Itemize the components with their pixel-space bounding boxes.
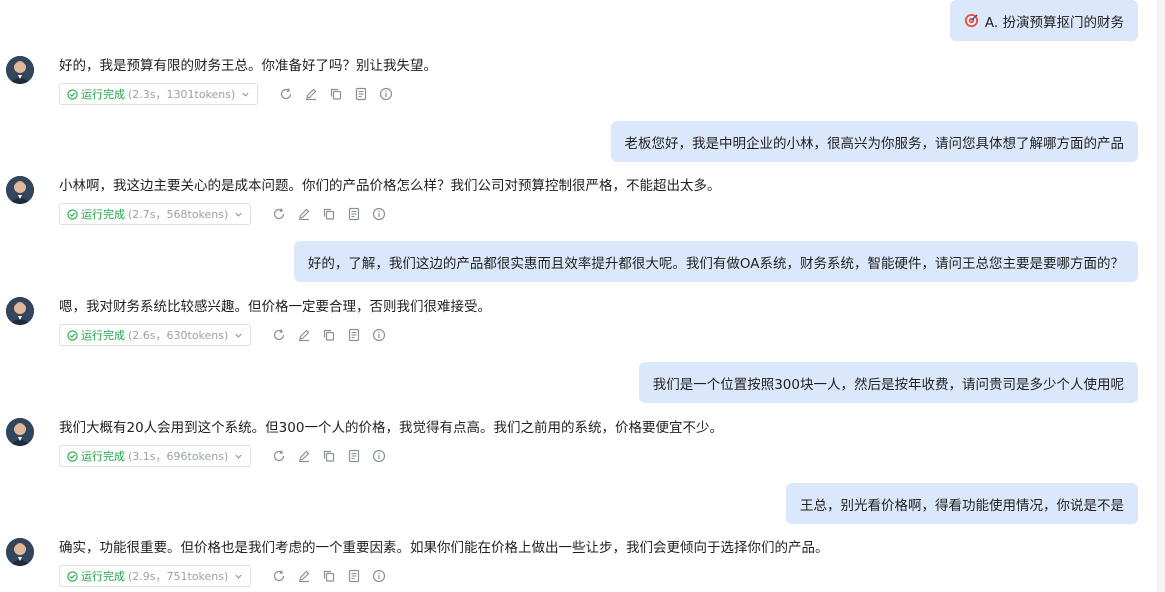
chevron-down-icon [235,574,242,579]
message-meta: 运行完成 (2.6s，630tokens) [59,324,386,346]
avatar [6,538,34,566]
message-actions [261,569,386,583]
check-circle-icon [67,329,78,341]
notes-icon[interactable] [347,569,361,583]
target-icon [964,13,978,28]
edit-icon[interactable] [297,569,311,583]
notes-icon[interactable] [347,207,361,221]
info-icon[interactable] [372,328,386,342]
chevron-down-icon [242,92,249,97]
message-actions [268,87,393,101]
user-bubble: 我们是一个位置按照300块一人，然后是按年收费，请问贵司是多少个人使用呢 [638,362,1138,403]
assistant-message: 确实，功能很重要。但价格也是我们考虑的一个重要因素。如果你们能在价格上做出一些让… [6,538,1126,592]
info-icon[interactable] [372,449,386,463]
status-detail: (2.7s，568tokens) [128,208,229,221]
edit-icon[interactable] [304,87,318,101]
copy-icon[interactable] [329,87,343,101]
assistant-message-text: 我们大概有20人会用到这个系统。但300一个人的价格，我觉得有点高。我们之前用的… [59,420,723,436]
copy-icon[interactable] [322,207,336,221]
check-circle-icon [67,570,78,582]
assistant-message-text: 确实，功能很重要。但价格也是我们考虑的一个重要因素。如果你们能在价格上做出一些让… [59,540,829,556]
message-actions [261,328,386,342]
user-message-text: 好的，了解，我们这边的产品都很实惠而且效率提升都很大呢。我们有做OA系统，财务系… [307,255,1124,272]
status-detail: (2.3s，1301tokens) [128,88,236,101]
assistant-message-text: 好的，我是预算有限的财务王总。你准备好了吗？别让我失望。 [59,58,437,74]
chat-window: A. 扮演预算抠门的财务 好的，我是预算有限的财务王总。你准备好了吗？别让我失望… [0,0,1165,592]
assistant-message-text: 嗯，我对财务系统比较感兴趣。但价格一定要合理，否则我们很难接受。 [59,299,491,315]
info-icon[interactable] [372,207,386,221]
user-message: A. 扮演预算抠门的财务 [949,0,1138,41]
user-message-text: 我们是一个位置按照300块一人，然后是按年收费，请问贵司是多少个人使用呢 [652,376,1124,393]
status-detail: (2.9s，751tokens) [128,570,229,583]
user-bubble: 老板您好，我是中明企业的小林，很高兴为你服务，请问您具体想了解哪方面的产品 [610,121,1138,162]
user-message-text: 老板您好，我是中明企业的小林，很高兴为你服务，请问您具体想了解哪方面的产品 [624,135,1125,152]
edit-icon[interactable] [297,449,311,463]
status-toggle[interactable]: 运行完成 (3.1s，696tokens) [59,445,252,467]
assistant-message-text: 小林啊，我这边主要关心的是成本问题。你们的产品价格怎么样？我们公司对预算控制很严… [59,178,721,194]
message-meta: 运行完成 (2.3s，1301tokens) [59,83,393,105]
copy-icon[interactable] [322,449,336,463]
user-message-text: A. 扮演预算抠门的财务 [984,14,1124,31]
info-icon[interactable] [372,569,386,583]
status-toggle[interactable]: 运行完成 (2.3s，1301tokens) [59,83,259,105]
notes-icon[interactable] [354,87,368,101]
chevron-down-icon [235,333,242,338]
check-circle-icon [67,88,78,100]
edit-icon[interactable] [297,207,311,221]
notes-icon[interactable] [347,328,361,342]
message-meta: 运行完成 (2.9s，751tokens) [59,565,386,587]
assistant-message: 小林啊，我这边主要关心的是成本问题。你们的产品价格怎么样？我们公司对预算控制很严… [6,176,1126,246]
info-icon[interactable] [379,87,393,101]
assistant-message: 我们大概有20人会用到这个系统。但300一个人的价格，我觉得有点高。我们之前用的… [6,418,1126,488]
chevron-down-icon [235,454,242,459]
refresh-icon[interactable] [272,207,286,221]
check-circle-icon [67,208,78,220]
refresh-icon[interactable] [272,328,286,342]
user-bubble: A. 扮演预算抠门的财务 [949,0,1138,41]
assistant-message: 嗯，我对财务系统比较感兴趣。但价格一定要合理，否则我们很难接受。 运行完成 (2… [6,297,1126,367]
message-meta: 运行完成 (3.1s，696tokens) [59,445,386,467]
copy-icon[interactable] [322,569,336,583]
message-actions [261,207,386,221]
status-label: 运行完成 [81,570,125,583]
refresh-icon[interactable] [272,449,286,463]
edit-icon[interactable] [297,328,311,342]
copy-icon[interactable] [322,328,336,342]
status-label: 运行完成 [81,88,125,101]
message-meta: 运行完成 (2.7s，568tokens) [59,203,386,225]
user-message: 王总，别光看价格啊，得看功能使用情况，你说是不是 [786,483,1138,524]
status-toggle[interactable]: 运行完成 (2.6s，630tokens) [59,324,252,346]
user-message: 好的，了解，我们这边的产品都很实惠而且效率提升都很大呢。我们有做OA系统，财务系… [293,241,1138,282]
avatar [6,56,34,84]
status-toggle[interactable]: 运行完成 (2.9s，751tokens) [59,565,252,587]
assistant-message: 好的，我是预算有限的财务王总。你准备好了吗？别让我失望。 运行完成 (2.3s，… [6,56,1126,126]
status-label: 运行完成 [81,329,125,342]
avatar [6,418,34,446]
status-label: 运行完成 [81,208,125,221]
user-message: 老板您好，我是中明企业的小林，很高兴为你服务，请问您具体想了解哪方面的产品 [610,121,1138,162]
notes-icon[interactable] [347,449,361,463]
avatar [6,176,34,204]
refresh-icon[interactable] [272,569,286,583]
status-toggle[interactable]: 运行完成 (2.7s，568tokens) [59,203,252,225]
avatar [6,297,34,325]
chevron-down-icon [235,212,242,217]
user-bubble: 好的，了解，我们这边的产品都很实惠而且效率提升都很大呢。我们有做OA系统，财务系… [293,241,1138,282]
scrollbar[interactable] [1157,0,1165,592]
user-bubble: 王总，别光看价格啊，得看功能使用情况，你说是不是 [786,483,1138,524]
user-message: 我们是一个位置按照300块一人，然后是按年收费，请问贵司是多少个人使用呢 [638,362,1138,403]
status-label: 运行完成 [81,450,125,463]
message-actions [261,449,386,463]
status-detail: (2.6s，630tokens) [128,329,229,342]
user-message-text: 王总，别光看价格啊，得看功能使用情况，你说是不是 [800,497,1124,514]
status-detail: (3.1s，696tokens) [128,450,229,463]
check-circle-icon [67,450,78,462]
refresh-icon[interactable] [279,87,293,101]
